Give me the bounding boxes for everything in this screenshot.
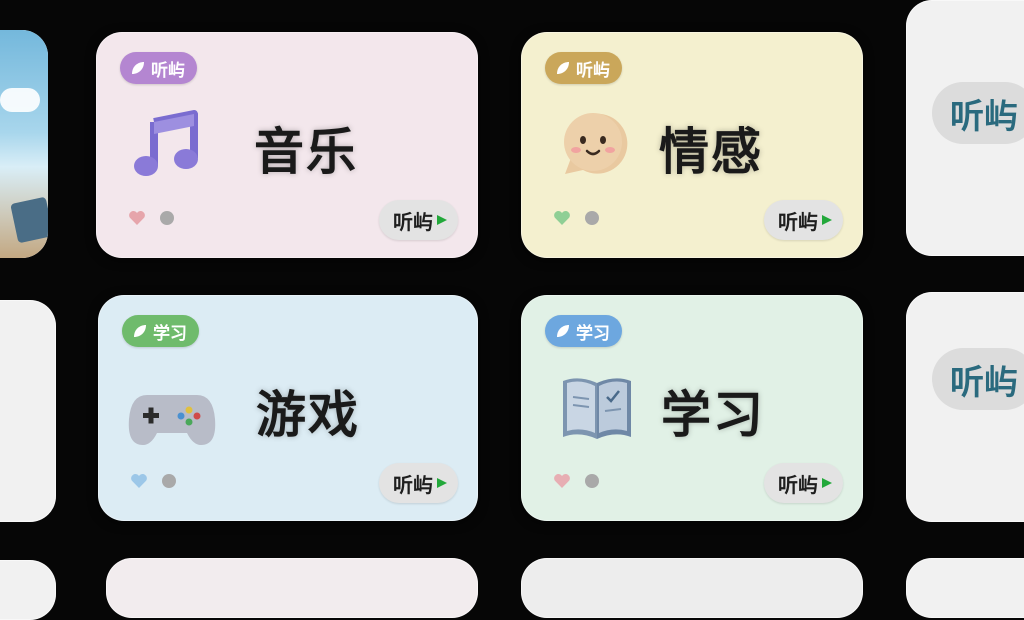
status-dot [585,474,599,488]
play-icon [437,215,447,225]
play-icon [437,478,447,488]
landscape-thumbnail [0,30,48,258]
card-title: 情感 [659,123,763,181]
category-tag: 听屿 [545,52,622,84]
leaf-icon [132,62,144,74]
category-tag: 学习 [122,315,199,347]
brand-label: 听屿 [778,209,818,234]
play-icon [822,215,832,225]
brand-label: 听屿 [778,472,818,497]
brand-label: 听屿 [950,362,1018,403]
music-note-icon [126,104,206,184]
brand-label: 听屿 [950,96,1018,137]
card-title: 学习 [661,386,765,444]
smiley-speech-bubble-icon [551,104,631,184]
heart-icon[interactable] [130,473,148,489]
card-music[interactable]: 听屿 音乐 听屿 [96,32,478,258]
card-games[interactable]: 学习 游戏 听屿 [98,295,478,521]
leaf-icon [134,325,146,337]
gamepad-icon [124,377,220,457]
category-tag-label: 听屿 [576,60,610,81]
card-emotion[interactable]: 听屿 情感 听屿 [521,32,863,258]
category-tag-label: 学习 [153,323,187,344]
open-book-icon [557,367,637,447]
brand-play-button[interactable]: 听屿 [764,463,843,503]
category-tag: 听屿 [120,52,197,84]
brand-play-button[interactable]: 听屿 [379,200,458,240]
heart-icon[interactable] [128,210,146,226]
leaf-icon [557,325,569,337]
brand-label: 听屿 [393,209,433,234]
brand-label: 听屿 [393,472,433,497]
play-icon [822,478,832,488]
card-indicators [553,210,599,226]
heart-icon[interactable] [553,473,571,489]
status-dot [160,211,174,225]
partial-card-left-bottom[interactable] [0,560,56,620]
brand-play-button[interactable]: 听屿 [764,200,843,240]
card-title: 音乐 [254,123,358,181]
category-tag: 学习 [545,315,622,347]
card-indicators [128,210,174,226]
card-title: 游戏 [256,386,360,444]
leaf-icon [557,62,569,74]
card-indicators [130,473,176,489]
status-dot [585,211,599,225]
brand-badge: 听屿 [932,348,1024,410]
card-study[interactable]: 学习 学习 听屿 [521,295,863,521]
partial-card-bottom-3[interactable] [906,558,1024,618]
brand-play-button[interactable]: 听屿 [379,463,458,503]
card-indicators [553,473,599,489]
heart-icon[interactable] [553,210,571,226]
brand-badge: 听屿 [932,82,1024,144]
partial-card-right-middle[interactable]: 听屿 [906,292,1024,522]
category-tag-label: 听屿 [151,60,185,81]
partial-card-left-top[interactable] [0,30,48,258]
partial-card-right-top[interactable]: 听屿 [906,0,1024,256]
partial-card-bottom-1[interactable] [106,558,478,618]
status-dot [162,474,176,488]
category-tag-label: 学习 [576,323,610,344]
partial-card-left-middle[interactable] [0,300,56,522]
partial-card-bottom-2[interactable] [521,558,863,618]
